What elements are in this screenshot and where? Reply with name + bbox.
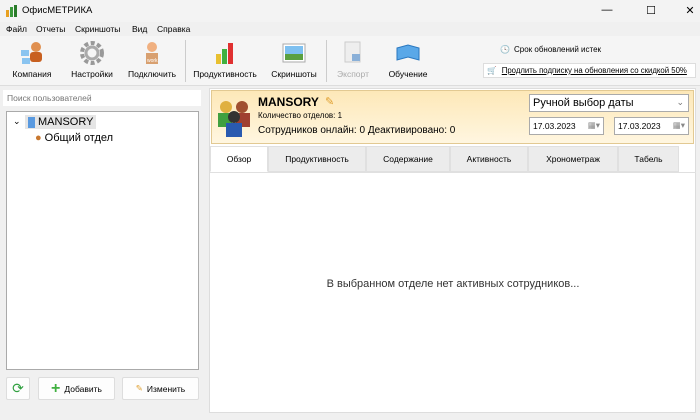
employees-group-icon [216, 97, 254, 141]
renew-label: Продлить подписку на обновления со скидк… [501, 66, 687, 75]
online-stats: Сотрудников онлайн: 0 Деактивировано: 0 [258, 125, 456, 136]
tab-overview[interactable]: Обзор [210, 146, 268, 172]
toolbar-separator [326, 40, 327, 82]
updates-expired-status: 🕓 Срок обновлений истек [500, 45, 601, 54]
refresh-icon: ⟳ [12, 380, 24, 396]
edit-name-pencil-icon[interactable]: ✎ [325, 95, 334, 108]
maximize-button[interactable]: ☐ [641, 4, 661, 17]
bar-chart-icon [212, 40, 238, 66]
edit-icon: ✎ [135, 383, 143, 393]
department-tree[interactable]: ⌄ MANSORY ● Общий отдел [6, 111, 199, 370]
date-to-value: 17.03.2023 [618, 121, 661, 131]
refresh-button[interactable]: ⟳ [6, 377, 30, 400]
menu-reports[interactable]: Отчеты [36, 24, 65, 34]
window-title: ОфисМЕТРИКА [22, 5, 93, 16]
cart-icon: 🛒 [487, 66, 497, 75]
tab-productivity[interactable]: Продуктивность [268, 146, 366, 172]
settings-button[interactable]: Настройки [67, 40, 117, 79]
svg-text:work: work [147, 58, 158, 64]
building-icon [28, 116, 35, 128]
picture-icon [281, 40, 307, 66]
add-label: Добавить [64, 383, 102, 394]
training-button[interactable]: Обучение [384, 40, 432, 79]
date-mode-select[interactable]: Ручной выбор даты ⌄ [529, 94, 689, 112]
add-button[interactable]: + Добавить [38, 377, 115, 400]
updates-expired-label: Срок обновлений истек [513, 45, 602, 54]
company-icon [19, 40, 45, 66]
company-label: Компания [12, 69, 52, 79]
settings-label: Настройки [71, 69, 113, 79]
tab-divider [210, 172, 696, 173]
user-search-input[interactable] [3, 90, 201, 106]
company-button[interactable]: Компания [8, 40, 56, 79]
tab-timing[interactable]: Хронометраж [528, 146, 618, 172]
date-from-value: 17.03.2023 [533, 121, 576, 131]
title-bar [0, 0, 700, 22]
plus-icon: + [51, 379, 61, 397]
date-from-picker[interactable]: 17.03.2023 ▦▾ [529, 117, 604, 135]
clock-icon: 🕓 [500, 45, 510, 54]
worker-icon: work [139, 40, 165, 66]
book-icon [395, 40, 421, 66]
renew-subscription-link[interactable]: 🛒 Продлить подписку на обновления со скид… [483, 63, 696, 78]
tab-content[interactable]: Содержание [366, 146, 450, 172]
menu-view[interactable]: Вид [132, 24, 147, 34]
training-label: Обучение [388, 69, 428, 79]
menu-screenshots[interactable]: Скриншоты [75, 24, 120, 34]
empty-state-message: В выбранном отделе нет активных сотрудни… [326, 278, 580, 290]
app-logo-icon [6, 5, 18, 17]
tab-activity[interactable]: Активность [450, 146, 528, 172]
date-mode-value: Ручной выбор даты [533, 97, 634, 109]
group-icon: ● [35, 132, 42, 144]
toolbar-separator [185, 40, 186, 82]
calendar-icon[interactable]: ▦▾ [588, 120, 600, 131]
edit-label: Изменить [146, 383, 186, 394]
edit-button[interactable]: ✎ Изменить [122, 377, 199, 400]
company-name: MANSORY [258, 95, 319, 109]
menu-help[interactable]: Справка [157, 24, 190, 34]
connect-label: Подключить [127, 69, 177, 79]
chevron-down-icon: ⌄ [676, 97, 684, 107]
tab-timesheet[interactable]: Табель [618, 146, 679, 172]
productivity-label: Продуктивность [193, 69, 257, 79]
gear-icon [79, 40, 105, 66]
tree-node-company[interactable]: MANSORY [25, 115, 97, 129]
export-button[interactable]: Экспорт [332, 40, 374, 79]
date-to-picker[interactable]: 17.03.2023 ▦▾ [614, 117, 689, 135]
tree-node-label: Общий отдел [44, 132, 114, 144]
export-icon [340, 40, 366, 66]
departments-count: Количество отделов: 1 [258, 111, 343, 120]
expand-chevron-icon[interactable]: ⌄ [13, 116, 21, 127]
connect-button[interactable]: work Подключить [124, 40, 180, 79]
calendar-icon[interactable]: ▦▾ [673, 120, 685, 131]
export-label: Экспорт [337, 69, 369, 79]
menu-file[interactable]: Файл [6, 24, 27, 34]
productivity-button[interactable]: Продуктивность [190, 40, 260, 79]
tree-node-department[interactable]: ● Общий отдел [35, 132, 113, 144]
tree-node-label: MANSORY [38, 116, 94, 128]
screenshots-label: Скриншоты [271, 69, 317, 79]
screenshots-button[interactable]: Скриншоты [266, 40, 322, 79]
minimize-button[interactable]: — [597, 4, 617, 16]
close-button[interactable]: ✕ [680, 4, 700, 17]
